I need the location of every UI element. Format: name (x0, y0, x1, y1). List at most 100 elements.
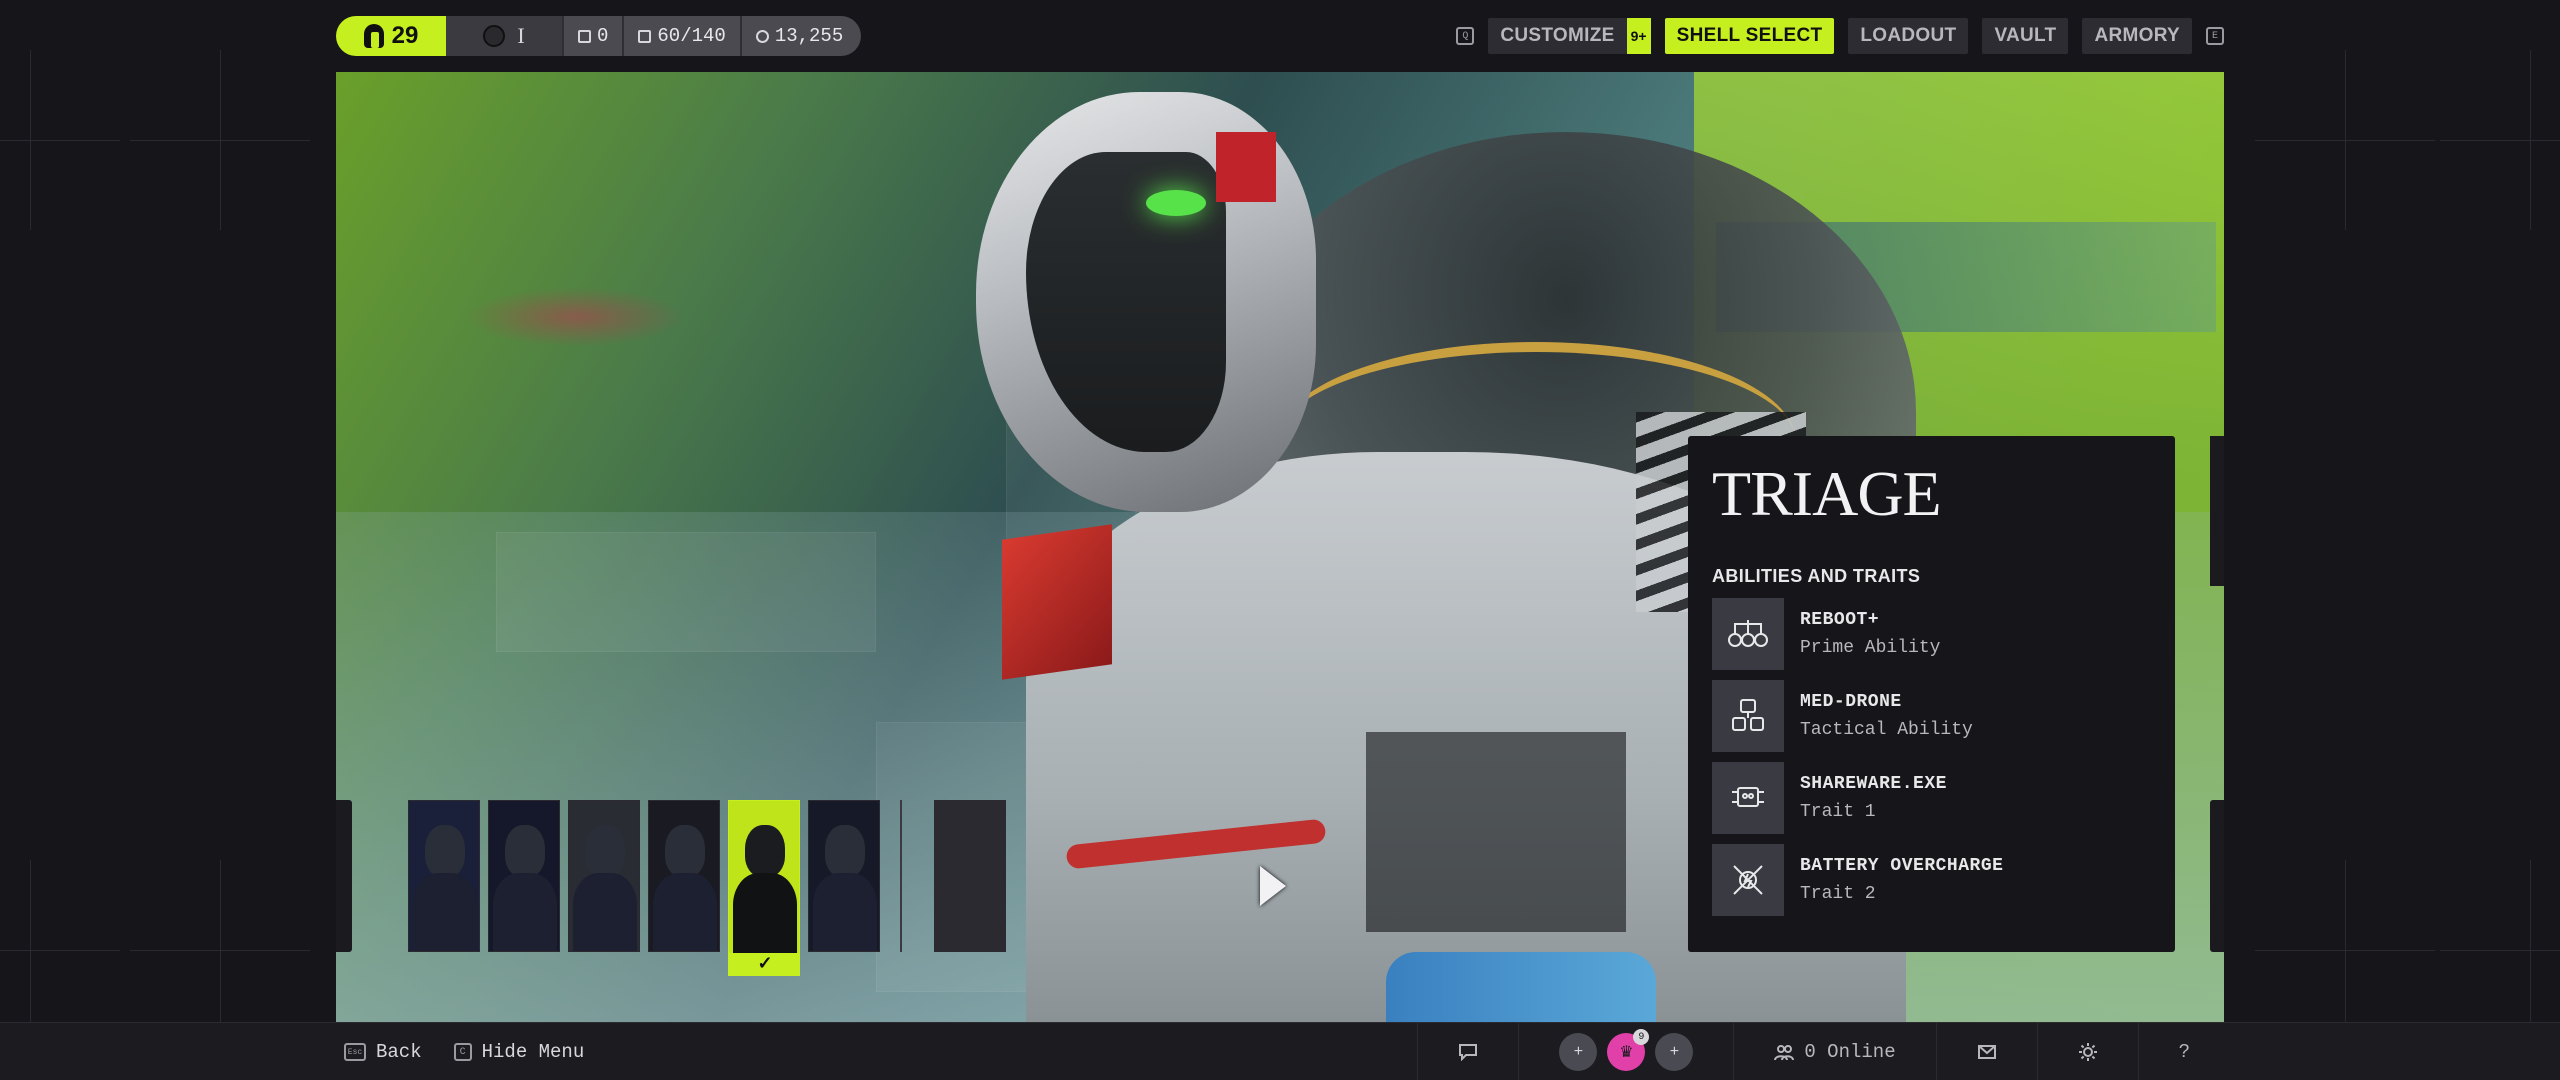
runner-head-icon (363, 24, 384, 48)
stat-storage[interactable]: 60/140 (622, 16, 740, 56)
stat-credits-value: 13,255 (774, 25, 844, 47)
bg-crosshair (2440, 50, 2560, 230)
shell-name: TRIAGE (1712, 458, 1942, 529)
carousel-divider (900, 800, 902, 952)
bg-crosshair (0, 50, 120, 230)
shell-thumb-body (413, 873, 477, 951)
customize-badge: 9+ (1626, 18, 1651, 54)
bg-crosshair (2255, 860, 2435, 1040)
shell-thumb-3[interactable] (568, 800, 640, 952)
nav-prev-key[interactable]: Q (1456, 27, 1475, 45)
mouse-cursor-icon (1260, 866, 1286, 906)
shell-thumb-2[interactable] (488, 800, 560, 952)
crate-icon (578, 29, 591, 43)
shell-thumb-body (653, 873, 717, 951)
shell-thumb-head (665, 825, 705, 877)
side-tab[interactable] (2210, 800, 2224, 952)
bg-crosshair (2440, 860, 2560, 1040)
storage-icon (638, 29, 652, 43)
credits-icon (755, 29, 769, 43)
shell-med-box (1002, 524, 1112, 680)
chat-icon (1459, 1044, 1478, 1061)
help-button[interactable]: ? (2137, 1023, 2230, 1080)
player-level-value: 29 (391, 22, 419, 49)
online-friends[interactable]: 0 Online (1733, 1023, 1935, 1080)
stat-credits[interactable]: 13,255 (739, 16, 862, 56)
shell-chest-panel (1366, 732, 1626, 932)
carousel-left-tab[interactable] (336, 800, 352, 952)
shell-thumb-1[interactable] (408, 800, 480, 952)
player-avatar[interactable]: ♛ 9 (1607, 1029, 1650, 1071)
add-party-left-button[interactable]: + (1559, 1033, 1598, 1071)
back-label: Back (376, 1041, 422, 1063)
ability-name: BATTERY OVERCHARGE (1800, 856, 2004, 876)
shell-info-panel: TRIAGE ABILITIES AND TRAITS REBOOT+ Prim… (1688, 436, 2175, 952)
bottom-bar: Esc Back C Hide Menu + ♛ 9 + 0 Online ? (0, 1022, 2560, 1080)
stat-crates[interactable]: 0 (562, 16, 623, 56)
shell-visor (1146, 190, 1206, 216)
side-tab (2210, 436, 2224, 586)
trait-2[interactable]: BATTERY OVERCHARGE Trait 2 (1712, 844, 2151, 916)
player-rank[interactable]: I (446, 16, 562, 56)
shell-blue-part (1386, 952, 1656, 1022)
scene-blur-red (466, 287, 686, 347)
nav-next-key[interactable]: E (2206, 27, 2224, 45)
shell-thumb-head (425, 825, 465, 877)
main-nav: Q CUSTOMIZE 9+ SHELL SELECT LOADOUT VAUL… (1456, 16, 2224, 56)
tab-customize[interactable]: CUSTOMIZE (1488, 18, 1627, 54)
people-icon (1774, 1045, 1795, 1061)
mail-button[interactable] (1935, 1023, 2037, 1080)
player-rank-value: I (517, 23, 525, 48)
tab-shell-select[interactable]: SHELL SELECT (1664, 18, 1835, 54)
online-count: 0 Online (1804, 1041, 1896, 1063)
shell-thumb-head (585, 825, 625, 877)
bg-crosshair (2255, 50, 2435, 230)
bg-crosshair (130, 50, 310, 230)
tab-loadout[interactable]: LOADOUT (1848, 18, 1969, 54)
top-bar: 29 I 0 60/140 13,255 Q CUSTOMIZE 9+ SHEL… (336, 16, 2224, 56)
trait-1[interactable]: SHAREWARE.EXE Trait 1 (1712, 762, 2151, 834)
shell-thumb-empty[interactable] (934, 800, 1006, 952)
ability-type: Prime Ability (1800, 638, 1941, 658)
ability-tactical[interactable]: MED-DRONE Tactical Ability (1712, 680, 2151, 752)
player-level[interactable]: 29 (336, 16, 446, 56)
ability-prime[interactable]: REBOOT+ Prime Ability (1712, 598, 2151, 670)
shell-thumb-body (493, 873, 557, 951)
avatar-badge: 9 (1633, 1029, 1650, 1045)
ability-type: Trait 2 (1800, 884, 1876, 904)
glitch-tile (496, 532, 876, 652)
hide-menu-button[interactable]: C Hide Menu (453, 1041, 585, 1063)
shell-thumb-head (825, 825, 865, 877)
selected-check-icon: ✓ (757, 952, 773, 973)
stat-crates-value: 0 (597, 25, 609, 47)
player-stats: 29 I 0 60/140 13,255 (336, 16, 862, 56)
stat-storage-value: 60/140 (657, 25, 726, 47)
tab-vault[interactable]: VAULT (1982, 18, 2069, 54)
avatar-icon: ♛ (1619, 1044, 1634, 1062)
back-button[interactable]: Esc Back (344, 1041, 422, 1063)
shell-thumb-body (813, 873, 877, 951)
add-party-right-button[interactable]: + (1655, 1033, 1694, 1071)
bg-crosshair (0, 860, 120, 1040)
hide-menu-label: Hide Menu (481, 1041, 585, 1063)
ability-name: REBOOT+ (1800, 610, 1880, 630)
settings-button[interactable] (2036, 1023, 2138, 1080)
shell-red-patch (1216, 132, 1276, 202)
gear-icon (2078, 1043, 2097, 1061)
party-slots: + ♛ 9 + (1518, 1023, 1733, 1080)
ability-name: MED-DRONE (1800, 692, 1902, 712)
shell-thumb-5[interactable]: ✓ (728, 800, 800, 976)
chat-button[interactable] (1417, 1023, 1518, 1080)
tab-armory[interactable]: ARMORY (2082, 18, 2192, 54)
c-key-icon: C (453, 1043, 472, 1061)
ability-type: Tactical Ability (1800, 720, 1973, 740)
shell-thumb-body (733, 873, 797, 953)
abilities-heading: ABILITIES AND TRAITS (1712, 566, 1921, 586)
bg-crosshair (130, 860, 310, 1040)
shell-thumb-body (573, 873, 637, 951)
shell-carousel: ✓ (408, 800, 1006, 976)
shell-thumb-6[interactable] (808, 800, 880, 952)
shell-thumb-4[interactable] (648, 800, 720, 952)
mail-icon (1977, 1045, 1996, 1059)
shell-thumb-head (745, 825, 785, 877)
